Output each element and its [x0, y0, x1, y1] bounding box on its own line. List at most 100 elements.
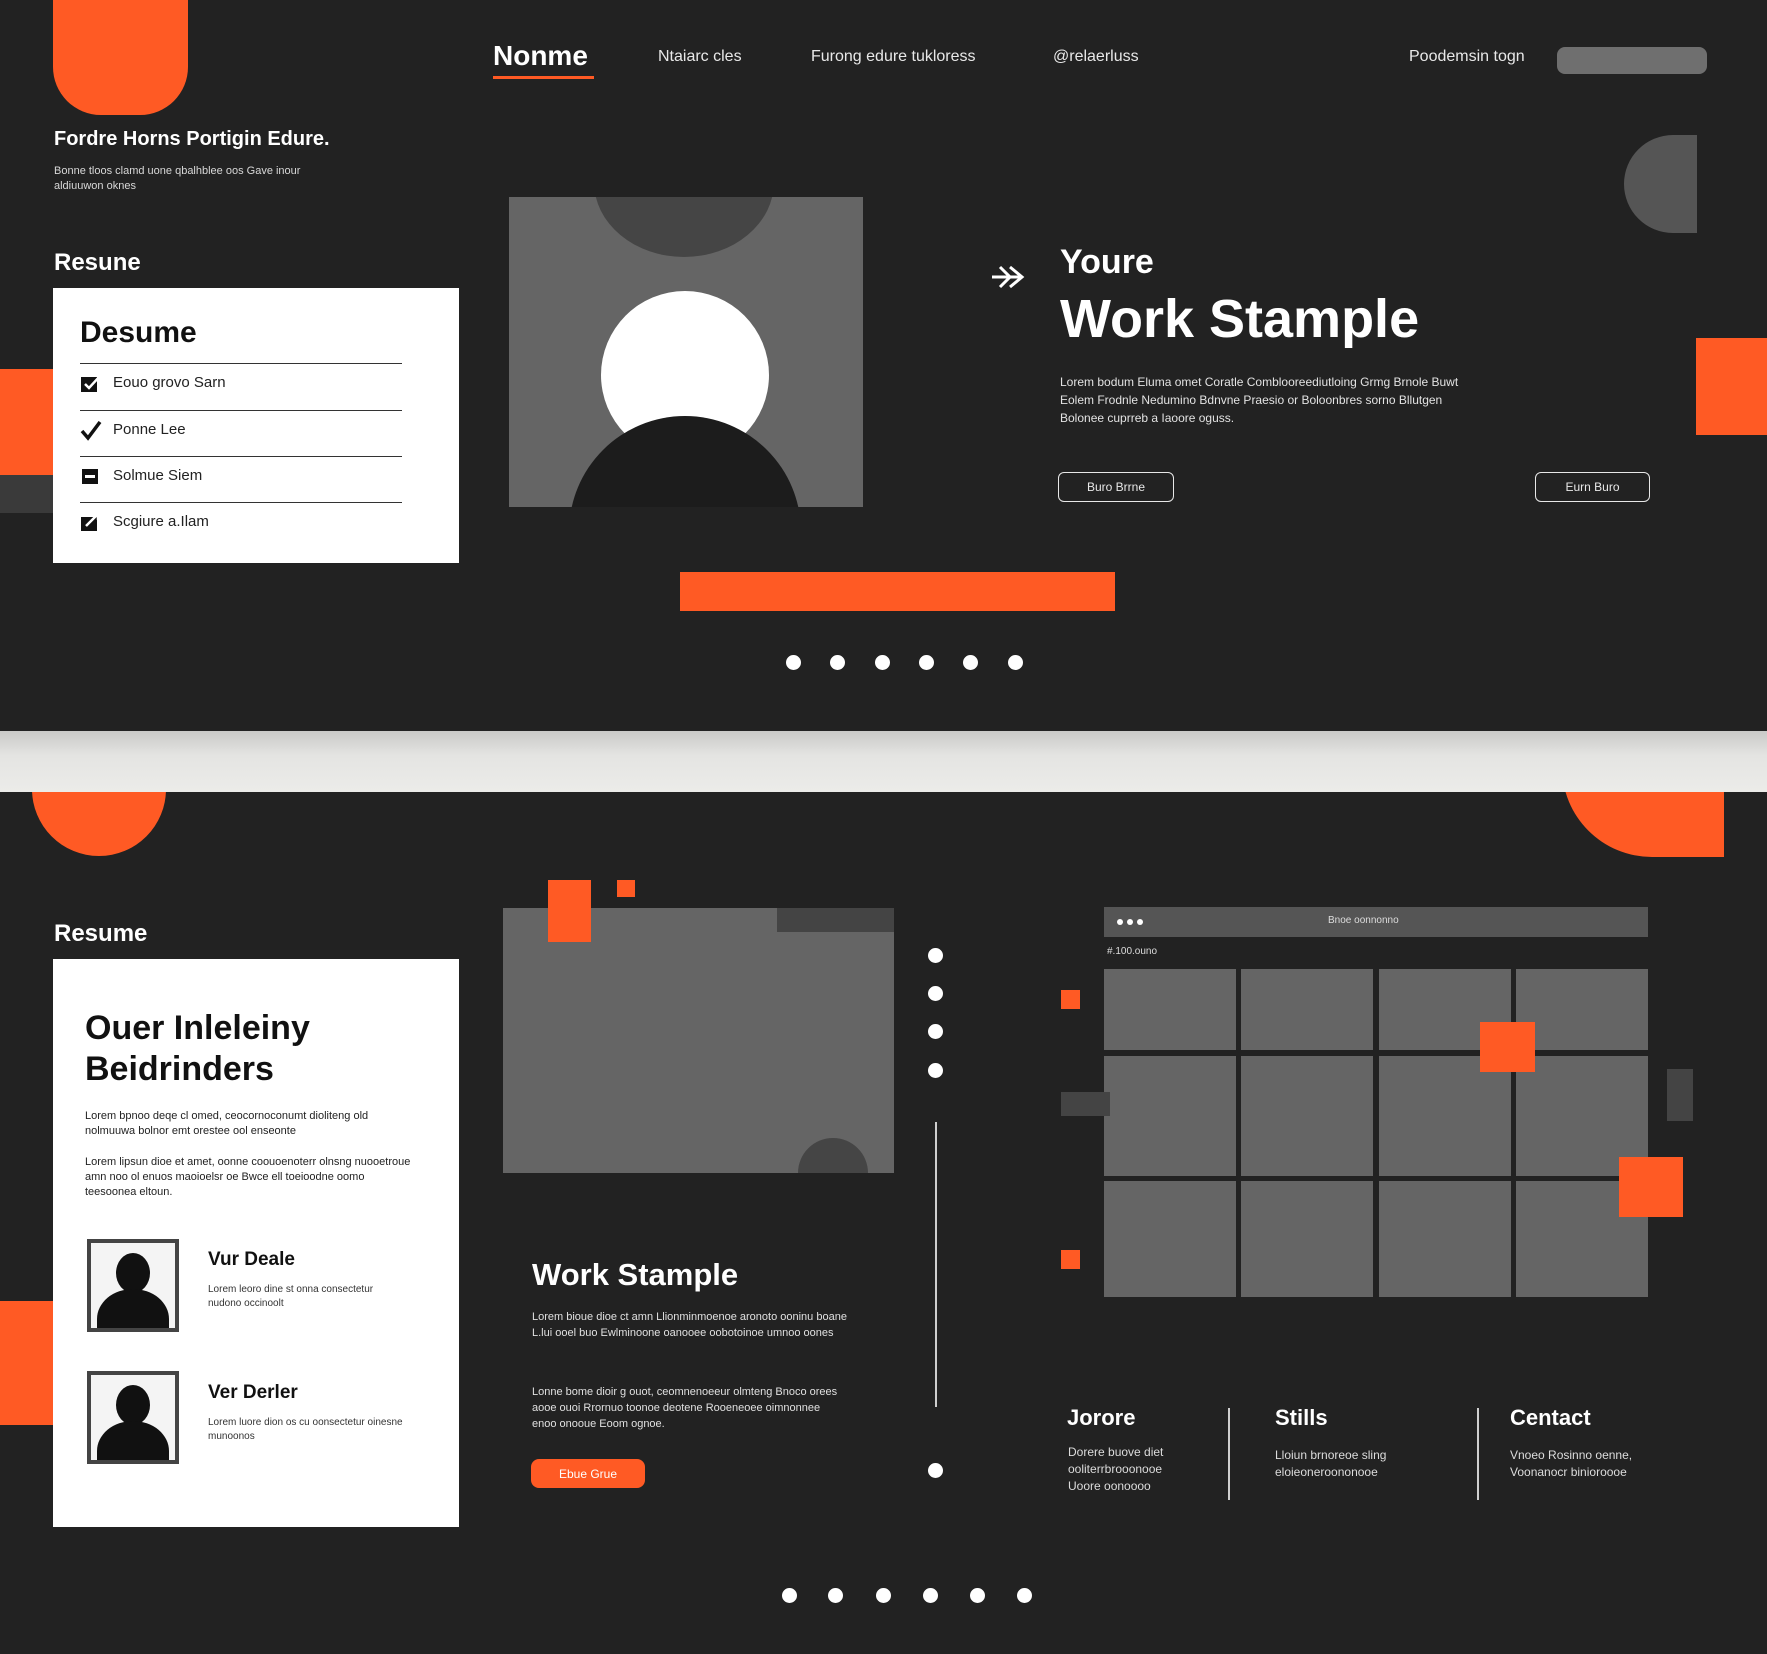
hero-kicker: Youre	[1060, 243, 1154, 281]
carousel-dot[interactable]	[875, 655, 890, 670]
resume-card: Desume Eouo grovo Sarn Ponne Lee Solmue …	[53, 288, 459, 563]
portfolio-panel: Resume Ouer Inleleiny Beidrinders Lorem …	[0, 792, 1767, 1654]
carousel-dot[interactable]	[876, 1588, 891, 1603]
person-name: Ver Derler	[208, 1382, 298, 1403]
timeline-dot[interactable]	[928, 1063, 943, 1078]
inbox-icon	[80, 467, 102, 487]
timeline-dot[interactable]	[928, 986, 943, 1001]
login-input[interactable]	[1557, 47, 1707, 74]
checkbox-checked-icon	[80, 374, 102, 394]
decor-grey-bar	[1667, 1069, 1693, 1121]
grid-tile[interactable]	[1379, 1056, 1511, 1176]
work-title: Work Stample	[532, 1257, 739, 1292]
avatar-body	[569, 416, 801, 507]
resume-card-title-line2: Beidrinders	[85, 1050, 274, 1088]
decor-grey-bar	[1061, 1092, 1110, 1116]
hero-body: Lorem bodum Eluma omet Coratle Combloore…	[1060, 375, 1459, 425]
resume-item-label: Solmue Siem	[113, 467, 203, 484]
work-cta-button[interactable]: Ebue Grue	[531, 1459, 645, 1488]
column-text: Lloiun brnoreoe sling eloieoneroononooe	[1275, 1448, 1387, 1479]
resume-item[interactable]: Scgiure a.Ilam	[80, 502, 402, 549]
grid-tile[interactable]	[1379, 1181, 1511, 1297]
resume-item[interactable]: Ponne Lee	[80, 410, 402, 457]
window-dot-icon	[1127, 919, 1133, 925]
decor-orange-square	[1480, 1022, 1535, 1072]
resume-heading: Resune	[54, 249, 141, 276]
column-title: Jorore	[1067, 1405, 1136, 1430]
hero-panel: Nonme Ntaiarc cles Furong edure tuklores…	[0, 0, 1767, 731]
decor-orange-square	[1061, 1250, 1080, 1269]
hero-accent-bar	[680, 572, 1115, 611]
column-title: Stills	[1275, 1405, 1328, 1430]
hero-image	[509, 197, 863, 507]
decor-grey-bar-left	[0, 475, 53, 513]
double-arrow-right-icon	[990, 262, 1030, 297]
checkmark-icon	[80, 420, 102, 441]
window-dot-icon	[1117, 919, 1123, 925]
grid-tile[interactable]	[1516, 969, 1648, 1050]
column-divider	[1477, 1408, 1479, 1500]
resume-item-label: Ponne Lee	[113, 421, 186, 438]
person-text: Lorem luore dion os cu oonsectetur oines…	[208, 1417, 403, 1442]
hero-title: Work Stample	[1060, 289, 1420, 349]
column-text: Vnoeo Rosinno oenne, Voonanocr biniorooo…	[1510, 1448, 1633, 1479]
person-text: Lorem leoro dine st onna consectetur nud…	[208, 1284, 374, 1309]
column-divider	[1228, 1408, 1230, 1500]
browser-titlebar: Bnoe oonnonno	[1104, 907, 1648, 937]
grid-tile[interactable]	[1241, 1181, 1373, 1297]
hero-subtagline: Bonne tloos clamd uone qbalhblee oos Gav…	[54, 165, 301, 192]
nav-login-link[interactable]: Poodemsin togn	[1409, 48, 1525, 66]
grid-tile[interactable]	[1241, 1056, 1373, 1176]
carousel-dot[interactable]	[828, 1588, 843, 1603]
link-icon	[80, 512, 102, 533]
carousel-dot[interactable]	[1008, 655, 1023, 670]
timeline-dot[interactable]	[928, 1024, 943, 1039]
grid-tile[interactable]	[1104, 1181, 1236, 1297]
carousel-dot[interactable]	[830, 655, 845, 670]
grid-tile[interactable]	[1104, 969, 1236, 1050]
resume-card-title-line1: Ouer Inleleiny	[85, 1009, 310, 1047]
column-title: Centact	[1510, 1405, 1591, 1430]
hero-button-right[interactable]: Eurn Buro	[1535, 472, 1650, 502]
decor-orange-bar-left	[0, 369, 53, 475]
avatar	[87, 1371, 179, 1464]
decor-orange-circle-topleft	[32, 792, 166, 856]
resume-item[interactable]: Solmue Siem	[80, 456, 402, 503]
carousel-dot[interactable]	[923, 1588, 938, 1603]
nav-link-2[interactable]: Furong edure tukloress	[811, 48, 976, 66]
hero-tagline: Fordre Horns Portigin Edure.	[54, 128, 330, 150]
carousel-dot[interactable]	[786, 655, 801, 670]
nav-active-underline	[493, 76, 594, 79]
nav-link-3[interactable]: @relaerluss	[1053, 48, 1139, 66]
resume-card-para1: Lorem bpnoo deqe cl omed, ceocornoconumt…	[85, 1110, 369, 1137]
resume-heading-2: Resume	[54, 920, 148, 947]
decor-grey-half-circle-right	[1624, 135, 1697, 233]
decor-orange-quarter-topright	[1562, 792, 1724, 857]
browser-title: Bnoe oonnonno	[1328, 915, 1399, 926]
nav-brand[interactable]: Nonme	[493, 40, 588, 72]
grid-tile[interactable]	[1241, 969, 1373, 1050]
work-image	[503, 908, 894, 1173]
carousel-dot[interactable]	[970, 1588, 985, 1603]
section-divider	[0, 731, 1767, 792]
timeline-dot[interactable]	[928, 948, 943, 963]
carousel-dot[interactable]	[919, 655, 934, 670]
person-name: Vur Deale	[208, 1249, 295, 1270]
window-dot-icon	[1137, 919, 1143, 925]
grid-tile[interactable]	[1104, 1056, 1236, 1176]
browser-subtitle: #.100.ouno	[1107, 946, 1158, 957]
decor-orange-corner-topleft	[53, 0, 188, 115]
decor-orange-block-right	[1696, 338, 1767, 435]
carousel-dot[interactable]	[963, 655, 978, 670]
carousel-dot[interactable]	[782, 1588, 797, 1603]
nav-link-1[interactable]: Ntaiarc cles	[658, 48, 742, 66]
decor-orange-square-small	[617, 880, 635, 897]
timeline-dot[interactable]	[928, 1463, 943, 1478]
hero-button-left[interactable]: Buro Brrne	[1058, 472, 1174, 502]
resume-item[interactable]: Eouo grovo Sarn	[80, 363, 402, 410]
decor-orange-square	[548, 908, 591, 942]
carousel-dot[interactable]	[1017, 1588, 1032, 1603]
resume-card-2: Ouer Inleleiny Beidrinders Lorem bpnoo d…	[53, 959, 459, 1527]
work-para2: Lonne bome dioir g ouot, ceomnenoeeur ol…	[532, 1386, 838, 1430]
work-para1: Lorem bioue dioe ct amn Llionminmoenoe a…	[532, 1311, 847, 1339]
